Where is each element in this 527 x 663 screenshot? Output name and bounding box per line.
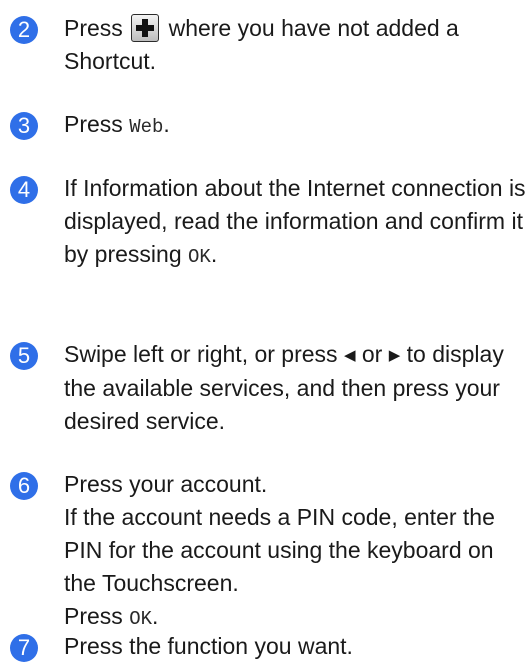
step-text-before: Press (64, 15, 123, 41)
step-text: Press your account. If the account needs… (64, 468, 526, 636)
step-text-before: Press (64, 111, 123, 137)
step-number-badge: 6 (10, 472, 38, 500)
step-text: Press Web. (64, 108, 526, 144)
step-text-after: . (163, 111, 170, 137)
plus-icon (131, 14, 160, 42)
right-arrow-icon: ▶ (388, 347, 401, 364)
step-number-badge: 5 (10, 342, 38, 370)
step-text: Press the function you want. (64, 630, 526, 663)
step-text-main: Press the function you want. (64, 633, 353, 659)
step-text: Press where you have not added a Shortcu… (64, 12, 526, 78)
step-number-badge: 4 (10, 176, 38, 204)
step-text-main: If Information about the Internet connec… (64, 175, 526, 267)
step-text-before: Swipe left or right, or press (64, 341, 338, 367)
step-line-3-before: Press (64, 603, 123, 629)
step-text-mid: or (361, 341, 383, 367)
step-text: If Information about the Internet connec… (64, 172, 526, 274)
step-text-after: . (210, 241, 218, 267)
web-code-label: Web (129, 116, 164, 138)
step-line-3-after: . (152, 603, 159, 629)
left-arrow-icon: ◀ (343, 347, 356, 364)
step-line-1: Press your account. (64, 471, 268, 497)
ok-code-label: OK (188, 246, 211, 268)
step-number-badge: 2 (10, 16, 38, 44)
step-text-after: where you have not added a Shortcut. (64, 15, 459, 74)
step-line-2: If the account needs a PIN code, enter t… (64, 504, 495, 596)
ok-code-label: OK (129, 608, 152, 630)
step-text: Swipe left or right, or press ◀ or ▶ to … (64, 338, 526, 438)
step-number-badge: 3 (10, 112, 38, 140)
step-number-badge: 7 (10, 634, 38, 662)
